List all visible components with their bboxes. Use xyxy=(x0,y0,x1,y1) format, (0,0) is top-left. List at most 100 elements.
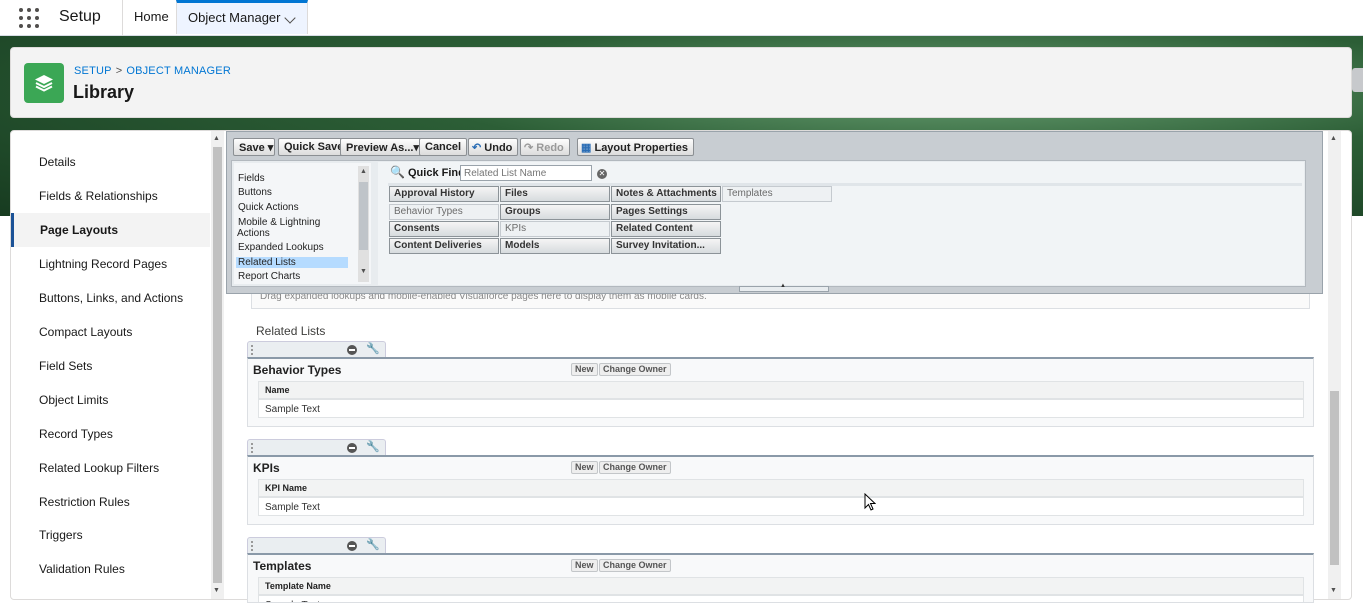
redo-label: Redo xyxy=(536,142,564,154)
sidebar-item-details[interactable]: Details xyxy=(11,145,210,179)
palette-item-behavior-types[interactable]: Behavior Types xyxy=(389,204,499,220)
collapse-arrow-icon[interactable]: ▲ xyxy=(780,283,786,289)
cancel-button[interactable]: Cancel xyxy=(419,138,468,156)
palette-item-approval-history[interactable]: Approval History xyxy=(389,186,499,202)
breadcrumb-separator: > xyxy=(115,65,123,77)
sidebar-item-triggers[interactable]: Triggers xyxy=(11,518,210,552)
sidebar-item-object-limits[interactable]: Object Limits xyxy=(11,383,210,417)
palette-item-templates[interactable]: Templates xyxy=(722,186,832,202)
category-fields[interactable]: Fields xyxy=(238,173,265,184)
drag-handle-icon[interactable] xyxy=(251,345,253,355)
palette-item-pages-settings[interactable]: Pages Settings xyxy=(611,204,721,220)
palette-item-survey-invitation[interactable]: Survey Invitation... xyxy=(611,238,721,254)
palette-item-groups[interactable]: Groups xyxy=(500,204,610,220)
sidebar-item-record-types[interactable]: Record Types xyxy=(11,417,210,451)
category-expanded-lookups[interactable]: Expanded Lookups xyxy=(238,242,324,253)
scroll-down-icon[interactable]: ▼ xyxy=(360,268,367,275)
scroll-up-icon[interactable]: ▲ xyxy=(1330,135,1337,142)
palette-item-models[interactable]: Models xyxy=(500,238,610,254)
remove-icon[interactable] xyxy=(347,443,357,453)
palette-item-notes-attachments[interactable]: Notes & Attachments xyxy=(611,186,721,202)
canvas-scrollbar[interactable]: ▲ ▼ xyxy=(1328,131,1341,599)
category-scrollbar-thumb[interactable] xyxy=(359,182,368,250)
sidebar-item-validation-rules[interactable]: Validation Rules xyxy=(11,552,210,586)
drag-handle-icon[interactable] xyxy=(251,443,253,453)
section-drag-handle[interactable]: 🔧 xyxy=(247,537,386,553)
app-launcher-icon[interactable] xyxy=(19,8,39,28)
section-drag-handle[interactable]: 🔧 xyxy=(247,439,386,455)
redo-button[interactable]: ↷ Redo xyxy=(520,138,570,156)
layout-properties-label: Layout Properties xyxy=(594,142,688,154)
section-drag-handle[interactable]: 🔧 xyxy=(247,341,386,357)
breadcrumb-object-manager[interactable]: OBJECT MANAGER xyxy=(126,65,231,77)
dropdown-arrow-icon[interactable]: ▾ xyxy=(268,142,274,154)
palette-category-list: Fields Buttons Quick Actions Mobile & Li… xyxy=(234,163,371,284)
sidebar-item-buttons-links-actions[interactable]: Buttons, Links, and Actions xyxy=(11,281,210,315)
properties-icon: ▦ xyxy=(581,142,592,154)
palette-collapse-handle[interactable]: ▲ xyxy=(739,283,829,292)
wrench-icon[interactable]: 🔧 xyxy=(366,440,380,453)
column-header: KPI Name xyxy=(258,479,1304,497)
category-scrollbar[interactable]: ▲ ▼ xyxy=(358,166,369,282)
palette-item-kpis[interactable]: KPIs xyxy=(500,221,610,237)
sidebar-scrollbar[interactable]: ▲ ▼ xyxy=(211,131,224,599)
related-list-title: Behavior Types xyxy=(253,363,342,377)
palette-item-files[interactable]: Files xyxy=(500,186,610,202)
change-owner-button: Change Owner xyxy=(599,461,671,474)
preview-as-button[interactable]: Preview As...▾ xyxy=(340,138,425,156)
redo-icon: ↷ xyxy=(524,142,534,154)
change-owner-button: Change Owner xyxy=(599,363,671,376)
scroll-down-icon[interactable]: ▼ xyxy=(213,587,220,594)
undo-label: Undo xyxy=(484,142,513,154)
tab-object-manager[interactable]: Object Manager xyxy=(176,0,308,34)
layout-properties-button[interactable]: ▦ Layout Properties xyxy=(577,138,694,156)
object-sidebar: Details Fields & Relationships Page Layo… xyxy=(11,131,210,599)
drag-handle-icon[interactable] xyxy=(251,541,253,551)
category-quick-actions[interactable]: Quick Actions xyxy=(238,202,299,213)
palette-item-related-content[interactable]: Related Content xyxy=(611,221,721,237)
category-report-charts[interactable]: Report Charts xyxy=(238,271,300,282)
column-header: Name xyxy=(258,381,1304,399)
panel-toggle-handle[interactable] xyxy=(1352,68,1363,92)
tab-object-manager-label: Object Manager xyxy=(188,10,281,25)
remove-icon[interactable] xyxy=(347,345,357,355)
sidebar-item-page-layouts[interactable]: Page Layouts xyxy=(11,213,210,247)
tab-home[interactable]: Home xyxy=(123,0,180,34)
related-list-title: KPIs xyxy=(253,461,280,475)
sidebar-item-related-lookup-filters[interactable]: Related Lookup Filters xyxy=(11,451,210,485)
palette-items-area: 🔍 Quick Find ✕ Approval History Files No… xyxy=(378,162,1304,285)
chevron-down-icon[interactable] xyxy=(284,12,296,24)
clear-icon[interactable]: ✕ xyxy=(597,169,607,179)
remove-icon[interactable] xyxy=(347,541,357,551)
sidebar-item-fields-relationships[interactable]: Fields & Relationships xyxy=(11,179,210,213)
category-related-lists[interactable]: Related Lists xyxy=(236,257,348,268)
category-mobile-lightning[interactable]: Mobile & Lightning xyxy=(238,217,320,228)
category-mobile-lightning-cont[interactable]: Actions xyxy=(237,228,270,239)
object-header: SETUP > OBJECT MANAGER Library xyxy=(10,47,1352,118)
wrench-icon[interactable]: 🔧 xyxy=(366,342,380,355)
quick-find-input[interactable] xyxy=(460,165,592,181)
sample-cell: Sample Text xyxy=(258,595,1304,602)
canvas-scrollbar-thumb[interactable] xyxy=(1330,391,1339,565)
scroll-up-icon[interactable]: ▲ xyxy=(213,135,220,142)
category-buttons[interactable]: Buttons xyxy=(238,187,272,198)
new-button: New xyxy=(571,461,598,474)
scroll-down-icon[interactable]: ▼ xyxy=(1330,587,1337,594)
sidebar-item-field-sets[interactable]: Field Sets xyxy=(11,349,210,383)
sidebar-item-compact-layouts[interactable]: Compact Layouts xyxy=(11,315,210,349)
breadcrumb-setup[interactable]: SETUP xyxy=(74,65,112,77)
mouse-cursor-icon xyxy=(864,493,876,511)
palette-item-consents[interactable]: Consents xyxy=(389,221,499,237)
quick-find-label: Quick Find xyxy=(408,167,465,179)
undo-button[interactable]: ↶ Undo xyxy=(468,138,519,156)
scroll-up-icon[interactable]: ▲ xyxy=(360,168,367,175)
sidebar-item-restriction-rules[interactable]: Restriction Rules xyxy=(11,485,210,519)
wrench-icon[interactable]: 🔧 xyxy=(366,538,380,551)
magnifier-icon: 🔍 xyxy=(390,165,405,179)
sidebar-item-lightning-record-pages[interactable]: Lightning Record Pages xyxy=(11,247,210,281)
save-button[interactable]: Save ▾ xyxy=(233,138,275,156)
palette-item-content-deliveries[interactable]: Content Deliveries xyxy=(389,238,499,254)
sidebar-scrollbar-thumb[interactable] xyxy=(213,147,222,583)
quick-save-button[interactable]: Quick Save xyxy=(278,138,350,156)
related-list-title: Templates xyxy=(253,559,312,573)
